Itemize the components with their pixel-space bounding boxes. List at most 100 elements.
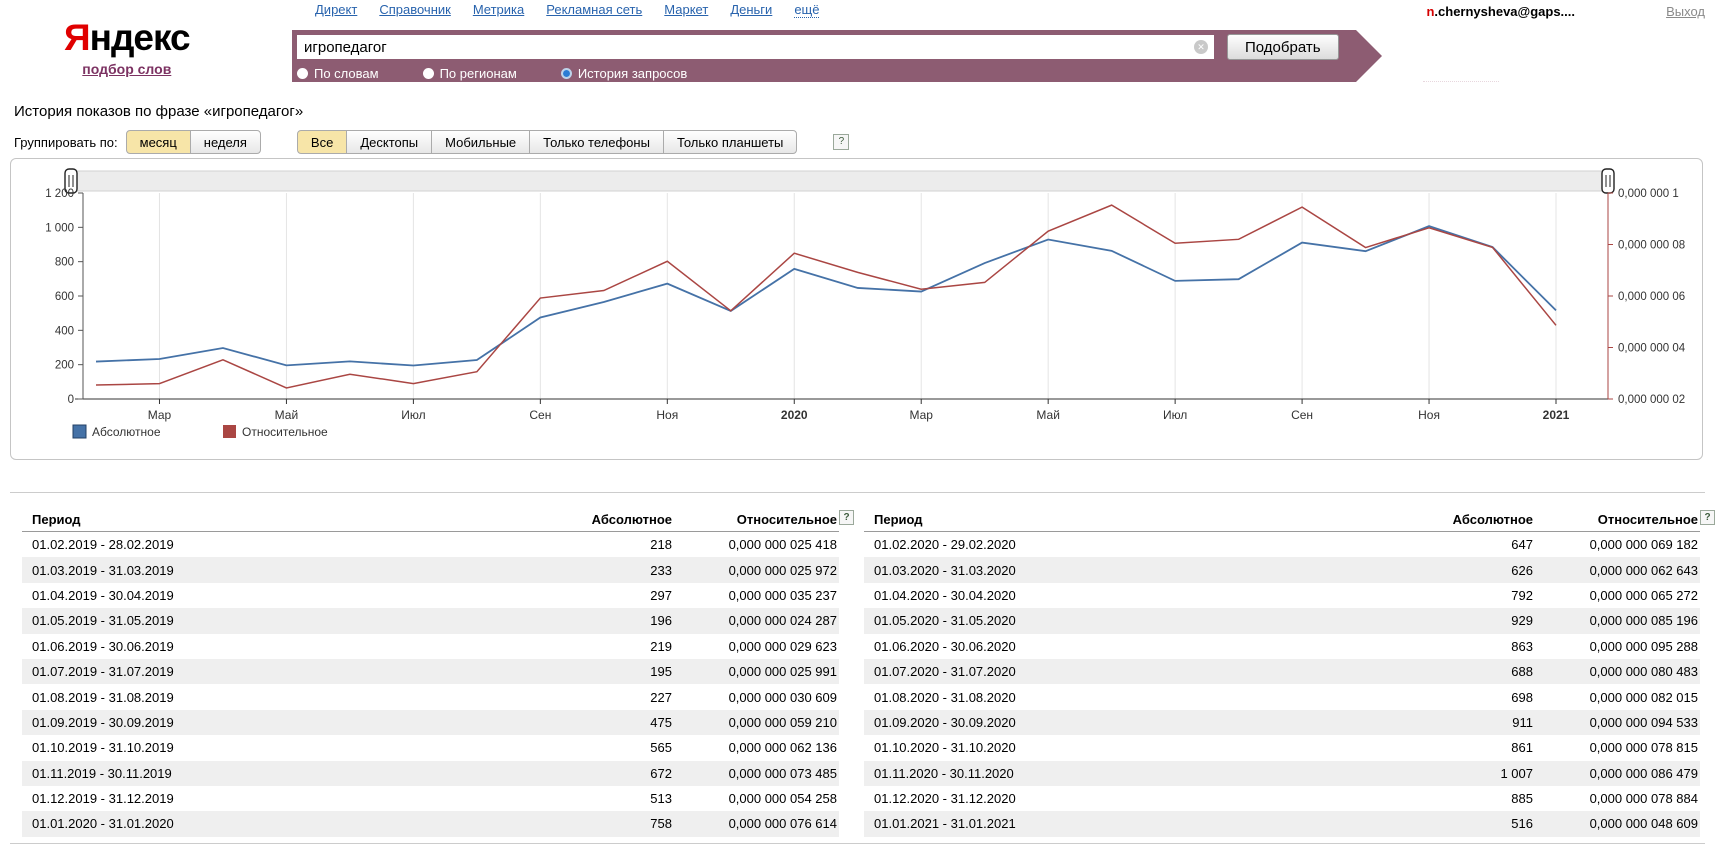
device-tab-1[interactable]: Все [297, 130, 347, 154]
device-tab-5[interactable]: Только планшеты [663, 130, 797, 154]
relative-series-line[interactable] [96, 205, 1556, 388]
period-cell: 01.08.2019 - 31.08.2019 [22, 690, 514, 705]
header-period: Период [864, 512, 1375, 527]
period-cell: 01.08.2020 - 31.08.2020 [864, 690, 1375, 705]
header-absolute: Абсолютное [514, 512, 674, 527]
period-cell: 01.01.2021 - 31.01.2021 [864, 816, 1375, 831]
absolute-cell: 758 [514, 816, 674, 831]
table-row: 01.07.2020 - 31.07.20206880,000 000 080 … [864, 659, 1700, 684]
relative-cell: 0,000 000 082 015 [1535, 690, 1700, 705]
mode-radio-1[interactable]: По словам [297, 66, 379, 81]
absolute-cell: 911 [1375, 715, 1535, 730]
period-cell: 01.04.2019 - 30.04.2019 [22, 588, 514, 603]
period-cell: 01.02.2020 - 29.02.2020 [864, 537, 1375, 552]
nav-link-3[interactable]: Метрика [473, 2, 524, 17]
table-header-row: ПериодАбсолютноеОтносительное? [864, 507, 1700, 532]
nav-link-2[interactable]: Справочник [379, 2, 451, 17]
nav-link-6[interactable]: Деньги [730, 2, 772, 17]
x-axis-label: Сен [529, 408, 551, 422]
group-by-tabs: месяцнеделя [126, 130, 261, 154]
absolute-cell: 688 [1375, 664, 1535, 679]
relative-help-icon[interactable]: ? [839, 510, 854, 525]
absolute-cell: 861 [1375, 740, 1535, 755]
device-help-icon[interactable]: ? [833, 134, 849, 150]
search-mode-radios: По словам По регионам История запросов [297, 64, 1206, 82]
left-axis-label: 800 [55, 257, 74, 269]
period-cell: 01.02.2019 - 28.02.2019 [22, 537, 514, 552]
device-filter-tabs: ВсеДесктопыМобильныеТолько телефоныТольк… [297, 130, 797, 154]
relative-cell: 0,000 000 094 533 [1535, 715, 1700, 730]
wordstat-home-link[interactable]: подбор слов [82, 61, 171, 77]
x-axis-label: 2021 [1543, 408, 1570, 422]
logout-link[interactable]: Выход [1666, 4, 1705, 19]
mode-radio-2[interactable]: По регионам [423, 66, 517, 81]
navigator-track[interactable] [71, 171, 1608, 191]
group-tab-2[interactable]: неделя [190, 130, 261, 154]
mode-radio-3[interactable]: История запросов [561, 66, 688, 81]
relative-cell: 0,000 000 069 182 [1535, 537, 1700, 552]
period-cell: 01.12.2019 - 31.12.2019 [22, 791, 514, 806]
table-row: 01.08.2019 - 31.08.20192270,000 000 030 … [22, 684, 839, 709]
mode-radio-label: История запросов [578, 66, 688, 81]
clear-input-icon[interactable]: ✕ [1194, 40, 1208, 54]
group-tab-1[interactable]: месяц [126, 130, 191, 154]
nav-link-7[interactable]: ещё [794, 2, 819, 18]
all-regions-link[interactable]: Все регионы [1423, 66, 1499, 82]
search-input[interactable] [297, 35, 1214, 59]
table-row: 01.03.2019 - 31.03.20192330,000 000 025 … [22, 557, 839, 582]
legend-swatch[interactable] [223, 425, 236, 438]
yandex-logo-word[interactable]: Яндекс [64, 18, 190, 59]
nav-link-1[interactable]: Директ [315, 2, 357, 17]
nav-link-5[interactable]: Маркет [664, 2, 708, 17]
user-email: n.chernysheva@gaps.... [1426, 4, 1575, 19]
absolute-series-line[interactable] [96, 226, 1556, 365]
period-cell: 01.07.2019 - 31.07.2019 [22, 664, 514, 679]
table-row: 01.09.2020 - 30.09.20209110,000 000 094 … [864, 710, 1700, 735]
header-relative: Относительное? [1535, 512, 1700, 527]
period-cell: 01.11.2019 - 30.11.2019 [22, 766, 514, 781]
relative-cell: 0,000 000 078 815 [1535, 740, 1700, 755]
user-email-rest: .chernysheva@gaps.... [1434, 4, 1575, 19]
table-row: 01.01.2021 - 31.01.20215160,000 000 048 … [864, 811, 1700, 836]
relative-cell: 0,000 000 062 136 [674, 740, 839, 755]
absolute-cell: 698 [1375, 690, 1535, 705]
absolute-cell: 297 [514, 588, 674, 603]
absolute-cell: 565 [514, 740, 674, 755]
header-relative: Относительное? [674, 512, 839, 527]
relative-cell: 0,000 000 080 483 [1535, 664, 1700, 679]
absolute-cell: 513 [514, 791, 674, 806]
x-axis-label: Ноя [656, 408, 678, 422]
submit-button[interactable]: Подобрать [1227, 34, 1339, 60]
absolute-cell: 929 [1375, 613, 1535, 628]
table-group-right: ПериодАбсолютноеОтносительное?01.02.2020… [864, 507, 1700, 837]
period-cell: 01.05.2020 - 31.05.2020 [864, 613, 1375, 628]
table-row: 01.02.2020 - 29.02.20206470,000 000 069 … [864, 532, 1700, 557]
period-cell: 01.03.2019 - 31.03.2019 [22, 563, 514, 578]
header-period: Период [22, 512, 514, 527]
device-tab-4[interactable]: Только телефоны [529, 130, 664, 154]
x-axis-label: Май [1036, 408, 1060, 422]
relative-cell: 0,000 000 030 609 [674, 690, 839, 705]
right-axis-label: 0,000 000 02 [1618, 394, 1685, 406]
right-axis-label: 0,000 000 1 [1618, 188, 1679, 200]
legend-swatch[interactable] [73, 425, 86, 438]
search-bar-arrow [1356, 30, 1382, 82]
table-row: 01.11.2020 - 30.11.20201 0070,000 000 08… [864, 761, 1700, 786]
period-cell: 01.12.2020 - 31.12.2020 [864, 791, 1375, 806]
relative-help-icon[interactable]: ? [1700, 510, 1715, 525]
relative-cell: 0,000 000 048 609 [1535, 816, 1700, 831]
period-cell: 01.09.2020 - 30.09.2020 [864, 715, 1375, 730]
radio-selected-icon [561, 68, 572, 79]
nav-link-4[interactable]: Рекламная сеть [546, 2, 642, 17]
absolute-cell: 626 [1375, 563, 1535, 578]
absolute-cell: 227 [514, 690, 674, 705]
device-tab-2[interactable]: Десктопы [346, 130, 432, 154]
right-axis-label: 0,000 000 04 [1618, 343, 1686, 355]
device-tab-3[interactable]: Мобильные [431, 130, 530, 154]
table-row: 01.05.2019 - 31.05.20191960,000 000 024 … [22, 608, 839, 633]
legend-label: Абсолютное [92, 425, 161, 439]
absolute-cell: 792 [1375, 588, 1535, 603]
navigator-handle-right[interactable] [1602, 169, 1614, 193]
right-axis-label: 0,000 000 08 [1618, 240, 1685, 252]
absolute-cell: 233 [514, 563, 674, 578]
